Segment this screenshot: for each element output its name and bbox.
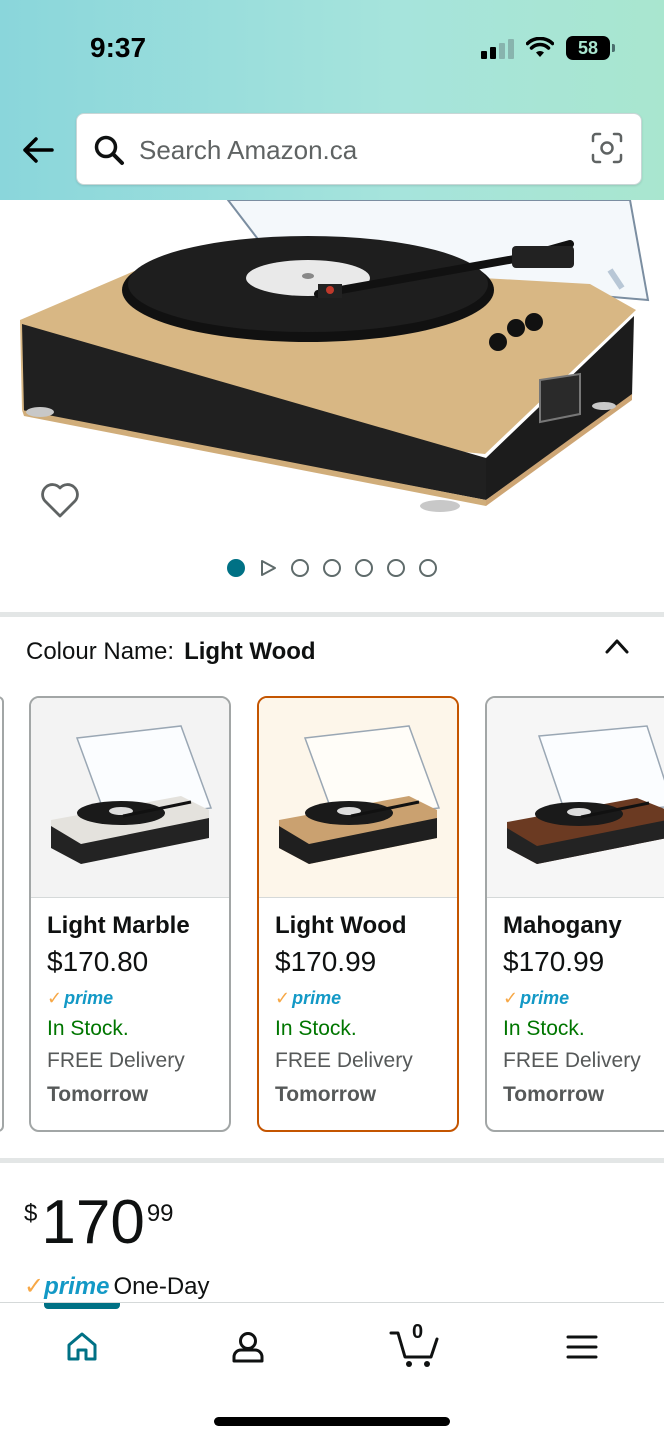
account-icon	[232, 1332, 264, 1363]
nav-menu[interactable]	[552, 1325, 612, 1369]
header: 9:37 58	[0, 0, 664, 200]
search-input[interactable]	[139, 132, 569, 168]
carousel-dot[interactable]	[419, 559, 437, 577]
colour-name-label: Colour Name: Light Wood	[26, 638, 316, 666]
product-price: $ 170 99	[24, 1188, 174, 1258]
swatch-price: $170.80	[47, 946, 149, 977]
prime-check-icon: ✓	[47, 988, 63, 1008]
colour-label-text: Colour Name:	[26, 638, 175, 665]
nav-account[interactable]	[218, 1325, 278, 1369]
search-icon	[94, 135, 124, 165]
swatch-image	[259, 698, 457, 898]
carousel-dot[interactable]	[355, 559, 373, 577]
home-indicator	[214, 1417, 450, 1426]
camera-search-icon[interactable]	[591, 132, 623, 164]
carousel-dot[interactable]	[227, 559, 245, 577]
delivery-text: FREE Delivery	[47, 1049, 185, 1072]
price-whole: 170	[41, 1188, 145, 1257]
menu-icon	[566, 1335, 598, 1359]
section-divider	[0, 612, 664, 617]
search-box[interactable]	[76, 113, 642, 185]
section-divider	[0, 1158, 664, 1163]
product-image[interactable]	[0, 200, 664, 540]
back-arrow-icon[interactable]	[20, 130, 56, 170]
price-currency: $	[24, 1200, 38, 1227]
home-icon	[67, 1332, 97, 1361]
prime-check-icon: ✓	[275, 988, 291, 1008]
delivery-day: Tomorrow	[503, 1083, 605, 1106]
carousel-dot[interactable]	[387, 559, 405, 577]
prime-one-day: ✓ prime One-Day	[24, 1272, 210, 1301]
nav-cart[interactable]: 0	[384, 1321, 446, 1369]
previous-swatch-edge[interactable]	[0, 696, 4, 1132]
carousel-dot[interactable]	[291, 559, 309, 577]
selected-colour: Light Wood	[184, 638, 316, 665]
swatch-price: $170.99	[503, 946, 605, 977]
delivery-text: FREE Delivery	[503, 1049, 641, 1072]
bottom-nav: 0	[0, 1302, 664, 1440]
stock-status: In Stock.	[275, 1017, 357, 1040]
colour-option-light-wood[interactable]: Light Wood $170.99 ✓ prime In Stock. FREE…	[257, 696, 459, 1132]
prime-badge: ✓ prime	[275, 988, 457, 1009]
delivery-day: Tomorrow	[275, 1083, 377, 1106]
colour-option-light-marble[interactable]: Light Marble $170.80 ✓ prime In Stock. FR…	[29, 696, 231, 1132]
stock-status: In Stock.	[47, 1017, 129, 1040]
swatch-name: Light Marble	[47, 912, 190, 939]
swatch-price: $170.99	[275, 946, 377, 977]
prime-check-icon: ✓	[503, 988, 519, 1008]
swatch-image	[31, 698, 229, 898]
carousel-dot[interactable]	[323, 559, 341, 577]
wifi-icon	[526, 37, 554, 57]
video-play-icon[interactable]	[259, 559, 277, 577]
swatch-name: Light Wood	[275, 912, 407, 939]
delivery-day: Tomorrow	[47, 1083, 149, 1106]
stock-status: In Stock.	[503, 1017, 585, 1040]
prime-word: prime	[292, 988, 342, 1008]
status-icons: 58	[481, 36, 615, 60]
image-carousel-dots[interactable]	[0, 559, 664, 577]
status-time: 9:37	[90, 32, 147, 63]
prime-check-icon: ✓	[24, 1273, 45, 1300]
turntable-illustration	[20, 200, 650, 512]
nav-active-indicator	[44, 1303, 120, 1309]
colour-swatch-carousel[interactable]: Light Marble $170.80 ✓ prime In Stock. FR…	[0, 696, 664, 1136]
battery-icon: 58	[566, 36, 615, 60]
prime-badge: ✓ prime	[47, 988, 229, 1009]
prime-word: prime	[520, 988, 570, 1008]
cart-count: 0	[412, 1321, 424, 1343]
price-fraction: 99	[146, 1200, 174, 1227]
swatch-image	[487, 698, 664, 898]
chevron-up-icon[interactable]	[604, 637, 630, 655]
wishlist-heart-icon[interactable]	[38, 478, 82, 522]
swatch-name: Mahogany	[503, 912, 622, 939]
prime-word: prime	[64, 988, 114, 1008]
cellular-signal-icon	[481, 37, 514, 59]
prime-badge: ✓ prime	[503, 988, 664, 1009]
colour-option-mahogany[interactable]: Mahogany $170.99 ✓ prime In Stock. FREE D…	[485, 696, 664, 1132]
one-day-text: One-Day	[113, 1272, 210, 1300]
prime-word: prime	[44, 1272, 110, 1300]
nav-home[interactable]	[52, 1325, 112, 1369]
delivery-text: FREE Delivery	[275, 1049, 413, 1072]
